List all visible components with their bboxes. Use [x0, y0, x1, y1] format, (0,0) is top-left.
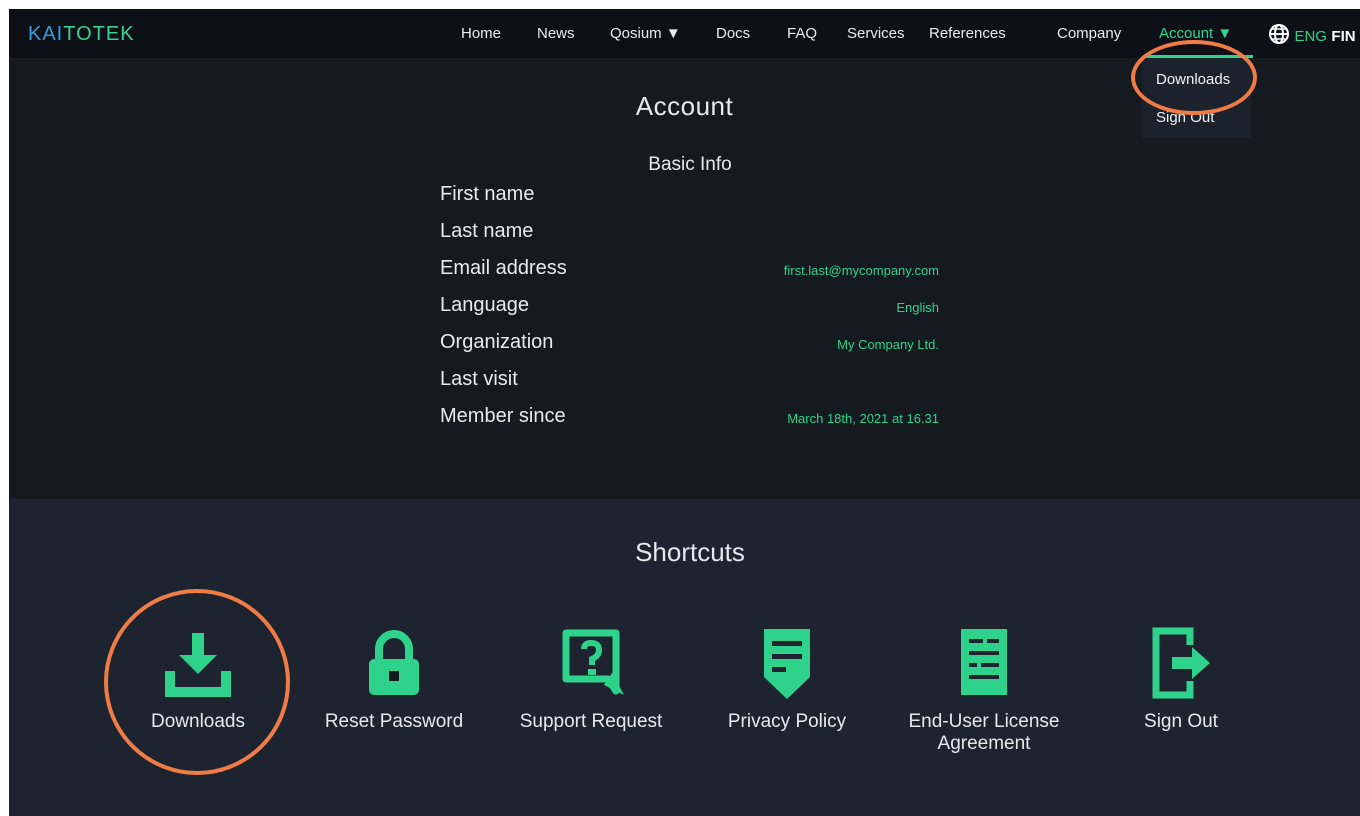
- shortcut-label: Downloads: [151, 711, 245, 732]
- download-icon: [165, 633, 231, 697]
- language-label: Language: [440, 294, 529, 316]
- shortcut-label: Privacy Policy: [727, 711, 847, 732]
- lock-icon: [369, 630, 419, 695]
- top-navigation-bar: KAITOTEK Home News Qosium ▼ Docs FAQ Ser…: [9, 9, 1360, 58]
- basic-info-heading: Basic Info: [648, 154, 732, 175]
- nav-account[interactable]: Account ▼: [1159, 25, 1232, 43]
- nav-news[interactable]: News: [537, 25, 575, 43]
- lang-fin[interactable]: FIN: [1331, 28, 1355, 45]
- page: KAITOTEK Home News Qosium ▼ Docs FAQ Ser…: [9, 9, 1360, 816]
- nav-references[interactable]: References: [929, 25, 1006, 43]
- privacy-policy-icon: [764, 629, 810, 699]
- license-document-icon: [961, 629, 1007, 695]
- main-nav: Home News Qosium ▼ Docs FAQ Services Ref…: [9, 9, 1360, 58]
- first-name-label: First name: [440, 183, 535, 205]
- lang-eng[interactable]: ENG: [1294, 28, 1327, 45]
- shortcut-privacy-policy[interactable]: Privacy Policy: [687, 619, 887, 733]
- shortcuts-heading: Shortcuts: [635, 537, 745, 567]
- shortcut-downloads[interactable]: Downloads: [98, 619, 298, 733]
- page-title: Account: [635, 91, 734, 121]
- email-label: Email address: [440, 257, 567, 279]
- member-since-value: March 18th, 2021 at 16.31: [787, 411, 939, 426]
- dropdown-downloads[interactable]: Downloads: [1156, 71, 1230, 88]
- shortcut-eula[interactable]: End-User License Agreement: [884, 619, 1084, 755]
- shortcut-label: Reset Password: [324, 711, 464, 732]
- nav-qosium[interactable]: Qosium ▼: [610, 25, 681, 43]
- organization-label: Organization: [440, 331, 554, 353]
- shortcut-label: Support Request: [519, 711, 663, 732]
- shortcut-label: End-User License Agreement: [908, 711, 1060, 754]
- nav-docs[interactable]: Docs: [716, 25, 750, 43]
- shortcut-support-request[interactable]: Support Request: [491, 619, 691, 733]
- nav-services[interactable]: Services: [847, 25, 905, 43]
- nav-home[interactable]: Home: [461, 25, 501, 43]
- nav-faq[interactable]: FAQ: [787, 25, 817, 43]
- globe-icon[interactable]: [1268, 23, 1290, 50]
- language-switcher: ENG FIN: [1268, 23, 1356, 45]
- member-since-label: Member since: [440, 405, 566, 427]
- last-name-label: Last name: [440, 220, 534, 242]
- shortcut-label: Sign Out: [1144, 711, 1218, 732]
- email-value: first.last@mycompany.com: [783, 263, 939, 278]
- organization-value: My Company Ltd.: [837, 337, 939, 352]
- shortcut-sign-out[interactable]: Sign Out: [1081, 619, 1281, 733]
- shortcut-reset-password[interactable]: Reset Password: [294, 619, 494, 733]
- shortcuts-section: Shortcuts Downloads Reset Password Suppo…: [9, 499, 1360, 816]
- last-visit-label: Last visit: [440, 368, 518, 390]
- support-request-icon: [562, 629, 624, 695]
- sign-out-icon: [1152, 627, 1210, 699]
- nav-company[interactable]: Company: [1057, 25, 1121, 43]
- language-value: English: [896, 300, 939, 315]
